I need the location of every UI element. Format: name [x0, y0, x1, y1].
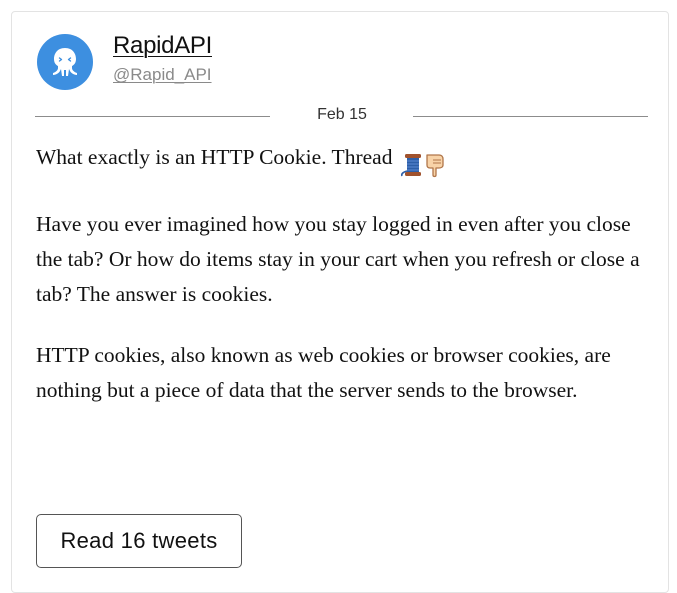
- tweet-paragraph-text: What exactly is an HTTP Cookie. Thread: [36, 145, 393, 169]
- tweet-paragraph: Have you ever imagined how you stay logg…: [36, 212, 640, 306]
- pointing-down-emoji: [426, 154, 444, 178]
- author-handle[interactable]: @Rapid_API: [113, 65, 212, 85]
- thread-spool-emoji: [400, 154, 421, 177]
- avatar[interactable]: [37, 34, 93, 90]
- tweet-body: What exactly is an HTTP Cookie. Thread H…: [36, 140, 658, 408]
- divider-left: [35, 116, 270, 117]
- tweet-paragraph: What exactly is an HTTP Cookie. Thread: [36, 140, 658, 181]
- read-thread-button[interactable]: Read 16 tweets: [36, 514, 242, 568]
- tweet-date: Feb 15: [317, 106, 367, 123]
- divider-right: [413, 116, 648, 117]
- author-display-name[interactable]: RapidAPI: [113, 32, 212, 60]
- tweet-paragraph: HTTP cookies, also known as web cookies …: [36, 343, 611, 402]
- octopus-logo-icon: [53, 48, 77, 76]
- tweet-card: RapidAPI @Rapid_API Feb 15 What exactly …: [11, 11, 669, 593]
- emoji-group: [400, 146, 446, 181]
